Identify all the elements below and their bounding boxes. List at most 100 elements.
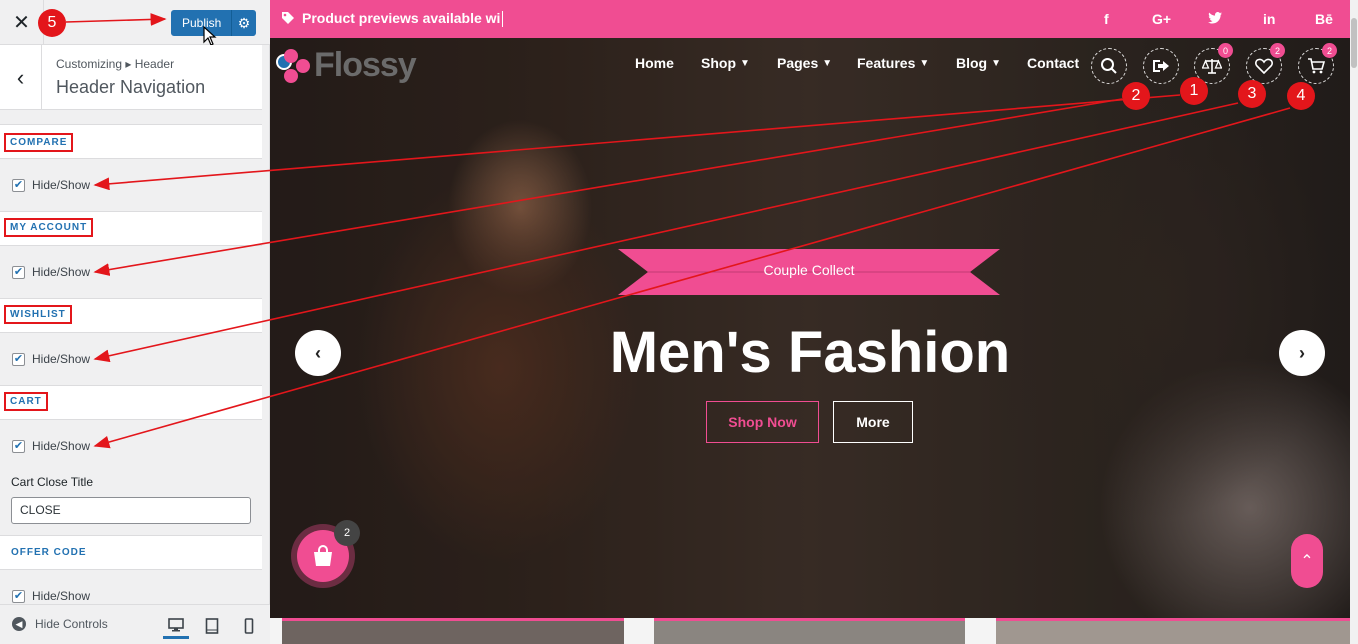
nav-shop-label: Shop (701, 55, 736, 71)
section-header: ‹ Customizing ▸ Header Header Navigation (0, 45, 262, 110)
mouse-cursor-icon (203, 26, 217, 46)
wishlist-group-header: WISHLIST (0, 298, 262, 333)
compare-count-badge: 0 (1218, 43, 1233, 58)
hero-title: Men's Fashion (270, 319, 1350, 386)
desktop-preview-icon[interactable] (163, 613, 189, 639)
banner-card[interactable] (282, 618, 624, 644)
hide-controls-label: Hide Controls (35, 617, 108, 631)
nav-pages[interactable]: Pages ▼ (777, 55, 832, 71)
compare-checkbox[interactable]: ✔ (12, 178, 25, 192)
nav-blog[interactable]: Blog ▼ (956, 55, 1001, 71)
tablet-preview-icon[interactable] (199, 613, 225, 639)
nav-contact[interactable]: Contact (1027, 55, 1079, 71)
wishlist-group-title: WISHLIST (4, 305, 72, 324)
nav-home-label: Home (635, 55, 674, 71)
facebook-icon[interactable]: f (1104, 11, 1109, 27)
chevron-down-icon: ▼ (991, 57, 1002, 69)
hide-controls-button[interactable]: ◀ Hide Controls (12, 617, 108, 631)
chevron-down-icon: ▼ (740, 57, 750, 69)
more-button[interactable]: More (833, 401, 913, 443)
wishlist-count-badge: 2 (1270, 43, 1285, 58)
back-chevron-icon[interactable]: ‹ (0, 45, 42, 110)
hero-title-text: Men's Fashion (609, 320, 1011, 385)
nav-home[interactable]: Home (635, 55, 674, 71)
banner-card[interactable] (654, 618, 965, 644)
cart-toggle-label: Hide/Show (32, 439, 91, 453)
slider-prev-button[interactable]: ‹ (295, 330, 341, 376)
cart-checkbox[interactable]: ✔ (12, 439, 25, 453)
compare-toggle[interactable]: ✔ Hide/Show (12, 178, 90, 192)
ribbon-banner: Couple Collect (618, 249, 1000, 295)
annotation-marker: 2 (1122, 82, 1150, 110)
wishlist-icon[interactable]: 2 (1246, 43, 1285, 84)
chevron-down-icon: ▼ (822, 57, 833, 69)
wishlist-toggle[interactable]: ✔ Hide/Show (12, 352, 90, 366)
compare-toggle-label: Hide/Show (32, 178, 91, 192)
publish-label: Publish (182, 16, 222, 30)
banner-card[interactable] (996, 618, 1350, 644)
annotation-marker: 5 (38, 9, 66, 37)
customizer-footer: ◀ Hide Controls (0, 604, 270, 644)
nav-shop[interactable]: Shop ▼ (701, 55, 750, 71)
scrollbar-thumb[interactable] (1351, 18, 1357, 68)
shop-now-button[interactable]: Shop Now (706, 401, 819, 443)
linkedin-icon[interactable]: in (1263, 11, 1275, 27)
slider-next-button[interactable]: › (1279, 330, 1325, 376)
google-plus-icon[interactable]: G+ (1152, 11, 1171, 27)
compare-group-title: COMPARE (4, 133, 74, 152)
my-account-checkbox[interactable]: ✔ (12, 265, 25, 279)
shopping-bag-icon (314, 545, 332, 566)
scroll-to-top-button[interactable]: ⌃ (1291, 534, 1323, 588)
cart-close-title-input[interactable]: CLOSE (11, 497, 251, 524)
my-account-group-title: MY ACCOUNT (4, 218, 94, 237)
section-title: Header Navigation (56, 77, 206, 97)
site-logo[interactable]: Flossy (276, 46, 417, 85)
logo-mark-icon (284, 48, 310, 83)
offer-code-toggle[interactable]: ✔ Hide/Show (12, 589, 90, 603)
wishlist-checkbox[interactable]: ✔ (12, 352, 25, 366)
wishlist-toggle-label: Hide/Show (32, 352, 91, 366)
chevron-down-icon: ▼ (919, 57, 930, 69)
offer-code-toggle-label: Hide/Show (32, 589, 91, 603)
offer-code-group-title: OFFER CODE (11, 547, 87, 558)
my-account-toggle-label: Hide/Show (32, 265, 91, 279)
my-account-icon[interactable] (1143, 48, 1179, 84)
my-account-group-header: MY ACCOUNT (0, 211, 262, 246)
twitter-icon[interactable] (1208, 11, 1222, 27)
ribbon-text: Couple Collect (763, 262, 855, 278)
customizer-panel: ✕ Publish ⚙ ‹ Customizing ▸ Header Heade… (0, 0, 270, 644)
tag-icon (282, 12, 294, 24)
cart-group-title: CART (4, 392, 48, 411)
cart-count-badge: 2 (1322, 43, 1337, 58)
my-account-toggle[interactable]: ✔ Hide/Show (12, 265, 90, 279)
annotation-marker: 4 (1287, 82, 1315, 110)
annotation-marker: 3 (1238, 80, 1266, 108)
screen: ✕ Publish ⚙ ‹ Customizing ▸ Header Heade… (0, 0, 1358, 644)
behance-icon[interactable]: Bē (1315, 11, 1333, 27)
nav-features[interactable]: Features ▼ (857, 55, 929, 71)
breadcrumb: Customizing ▸ Header (56, 57, 175, 71)
nav-blog-label: Blog (956, 55, 988, 71)
gear-icon[interactable]: ⚙ (231, 10, 256, 36)
compare-group-header: COMPARE (0, 124, 262, 159)
announcement-text: Product previews available wi (302, 10, 504, 28)
nav-features-label: Features (857, 55, 916, 71)
cart-toggle[interactable]: ✔ Hide/Show (12, 439, 90, 453)
search-icon[interactable] (1091, 48, 1127, 84)
cart-icon[interactable]: 2 (1298, 43, 1337, 84)
nav-pages-label: Pages (777, 55, 819, 71)
cart-close-title-label: Cart Close Title (11, 475, 94, 489)
nav-contact-label: Contact (1027, 55, 1080, 71)
logo-text: Flossy (314, 46, 417, 84)
preview-scrollbar[interactable] (1350, 0, 1358, 644)
offer-code-group-header: OFFER CODE (0, 535, 262, 570)
top-announcement-bar: Product previews available wi f G+ in Bē (270, 0, 1350, 38)
mobile-preview-icon[interactable] (236, 613, 262, 639)
offer-code-checkbox[interactable]: ✔ (12, 589, 25, 603)
cart-group-header: CART (0, 385, 262, 420)
hero-slider: Flossy Home Shop ▼ Pages ▼ Features ▼ Blog ▼… (270, 38, 1350, 618)
collapse-arrow-icon: ◀ (12, 617, 26, 631)
annotation-marker: 1 (1180, 77, 1208, 105)
product-banners-row (282, 618, 1350, 644)
floating-cart-count: 2 (334, 520, 360, 546)
